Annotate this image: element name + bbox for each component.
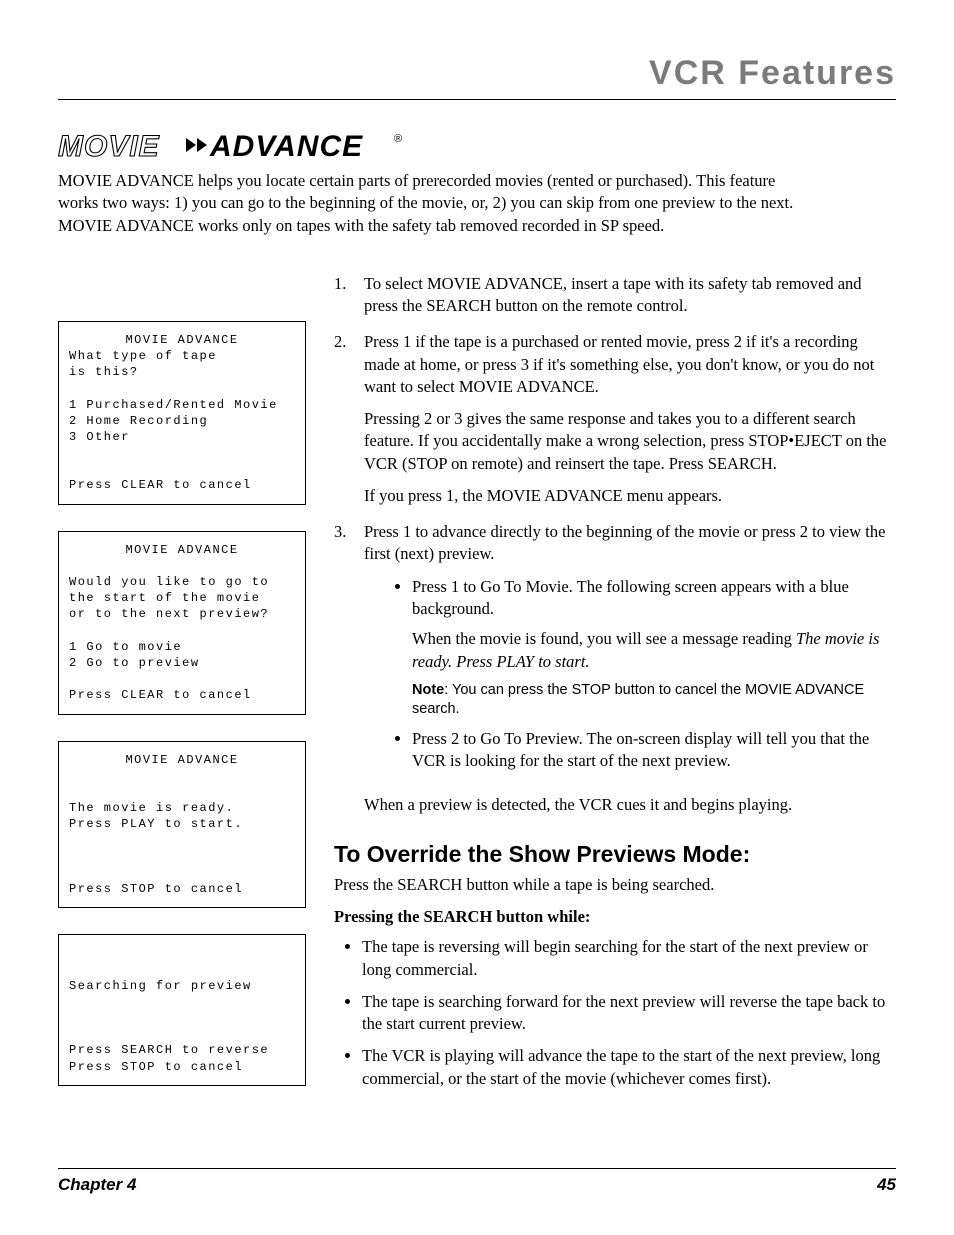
note-body: : You can press the STOP button to cance… — [412, 682, 864, 718]
osd-screen-4: Searching for preview Press SEARCH to re… — [58, 934, 306, 1086]
osd-footer: Press STOP to cancel — [69, 1060, 243, 1074]
osd-text: Press PLAY to start. — [69, 817, 243, 831]
step-paragraph: When a preview is detected, the VCR cues… — [364, 794, 896, 816]
section-header: VCR Features — [58, 54, 896, 99]
step-paragraph: Pressing 2 or 3 gives the same response … — [364, 408, 896, 475]
osd-title: MOVIE ADVANCE — [69, 542, 295, 558]
note-text: Note: You can press the STOP button to c… — [412, 681, 896, 720]
page-footer: Chapter 4 45 — [58, 1168, 896, 1195]
bullet-item: Press 1 to Go To Movie. The following sc… — [412, 576, 896, 720]
override-bullet-list: The tape is reversing will begin searchi… — [334, 936, 896, 1090]
header-rule — [58, 99, 896, 100]
osd-text: the start of the movie — [69, 591, 260, 605]
page-number: 45 — [877, 1175, 896, 1195]
svg-text:MOVIE: MOVIE — [58, 130, 160, 163]
osd-option: 1 Go to movie — [69, 640, 182, 654]
osd-option: 1 Purchased/Rented Movie — [69, 398, 278, 412]
step-text: Press 1 to advance directly to the begin… — [364, 522, 885, 563]
override-heading: To Override the Show Previews Mode: — [334, 841, 896, 868]
osd-text: The movie is ready. — [69, 801, 234, 815]
osd-option: 2 Home Recording — [69, 414, 208, 428]
osd-footer: Press STOP to cancel — [69, 882, 243, 896]
svg-text:®: ® — [394, 133, 402, 145]
bullet-text: Press 1 to Go To Movie. The following sc… — [412, 577, 849, 618]
osd-text: Would you like to go to — [69, 575, 269, 589]
osd-screen-3: MOVIE ADVANCE The movie is ready. Press … — [58, 741, 306, 909]
osd-text: is this? — [69, 365, 139, 379]
osd-screen-2: MOVIE ADVANCE Would you like to go to th… — [58, 531, 306, 715]
chapter-label: Chapter 4 — [58, 1175, 136, 1195]
override-subhead: Pressing the SEARCH button while: — [334, 906, 896, 928]
step-text: Press 1 if the tape is a purchased or re… — [364, 332, 874, 396]
svg-text:ADVANCE: ADVANCE — [209, 130, 363, 163]
osd-footer: Press CLEAR to cancel — [69, 688, 252, 702]
osd-screen-1: MOVIE ADVANCEWhat type of tape is this? … — [58, 321, 306, 505]
osd-text: What type of tape — [69, 349, 217, 363]
step-2: Press 1 if the tape is a purchased or re… — [334, 331, 896, 507]
osd-title: MOVIE ADVANCE — [69, 752, 295, 768]
step-paragraph: If you press 1, the MOVIE ADVANCE menu a… — [364, 485, 896, 507]
bullet-paragraph: When the movie is found, you will see a … — [412, 628, 896, 673]
note-label: Note — [412, 682, 444, 698]
osd-text: or to the next preview? — [69, 607, 269, 621]
bullet-text: Press 2 to Go To Preview. The on-screen … — [412, 729, 869, 770]
osd-footer: Press CLEAR to cancel — [69, 478, 252, 492]
osd-title: MOVIE ADVANCE — [69, 332, 295, 348]
override-intro: Press the SEARCH button while a tape is … — [334, 874, 896, 896]
override-bullet: The tape is reversing will begin searchi… — [362, 936, 896, 981]
intro-paragraph: MOVIE ADVANCE helps you locate certain p… — [58, 170, 818, 237]
instruction-list: To select MOVIE ADVANCE, insert a tape w… — [334, 273, 896, 817]
osd-option: 2 Go to preview — [69, 656, 200, 670]
bullet-item: Press 2 to Go To Preview. The on-screen … — [412, 728, 896, 773]
override-bullet: The VCR is playing will advance the tape… — [362, 1045, 896, 1090]
osd-text: Searching for preview — [69, 979, 252, 993]
step-3: Press 1 to advance directly to the begin… — [334, 521, 896, 817]
osd-option: 3 Other — [69, 430, 130, 444]
step-1: To select MOVIE ADVANCE, insert a tape w… — [334, 273, 896, 318]
movie-advance-logo: MOVIE ADVANCE ® — [58, 128, 896, 164]
override-bullet: The tape is searching forward for the ne… — [362, 991, 896, 1036]
step-text: To select MOVIE ADVANCE, insert a tape w… — [364, 274, 862, 315]
text-run: When the movie is found, you will see a … — [412, 629, 796, 648]
osd-footer: Press SEARCH to reverse — [69, 1043, 269, 1057]
